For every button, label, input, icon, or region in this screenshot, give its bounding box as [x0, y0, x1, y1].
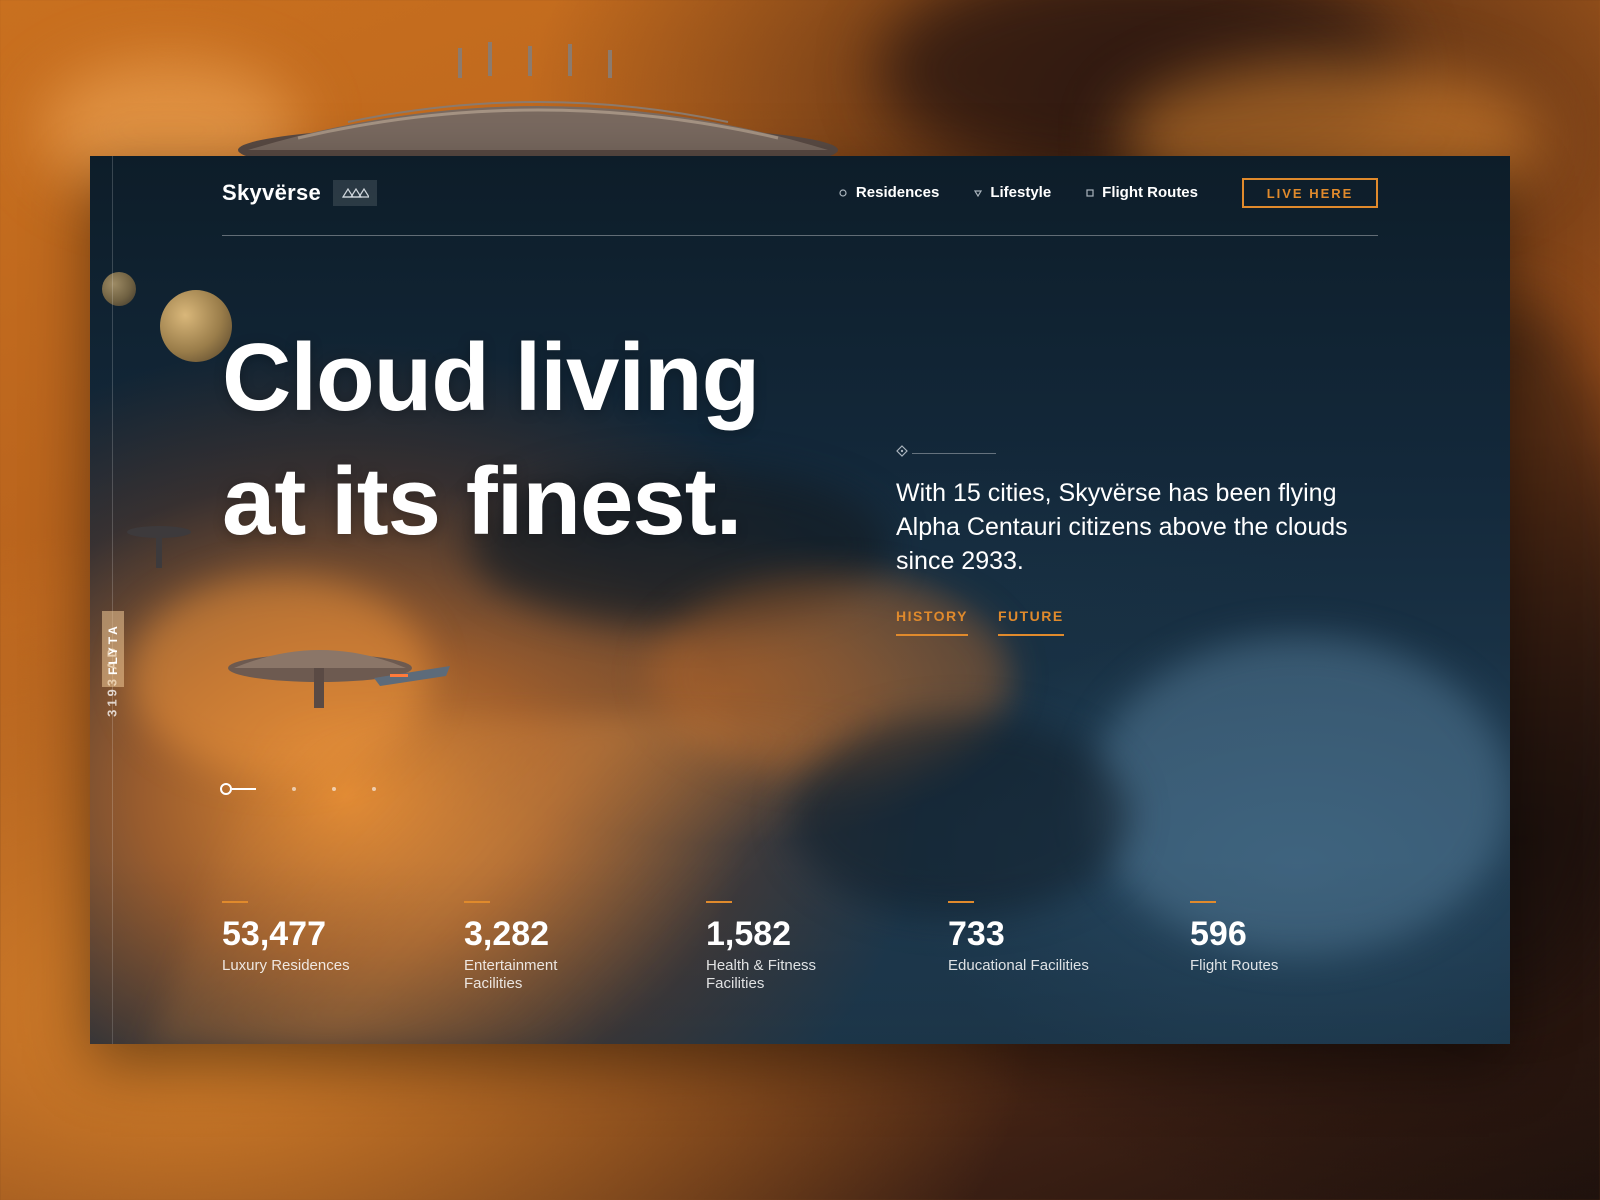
circle-icon: [839, 188, 848, 197]
hero-links: HISTORY FUTURE: [896, 608, 1064, 636]
side-tag-label: FLYTA: [106, 623, 120, 675]
nav-item-label: Lifestyle: [990, 184, 1052, 201]
pager-dot[interactable]: [332, 787, 336, 791]
diamond-icon: [896, 444, 908, 462]
blurb-ornament: [896, 444, 996, 462]
stat-value: 1,582: [706, 915, 792, 953]
brand-name: Skyvërse: [222, 180, 322, 205]
main-menu: Residences Lifestyle Flight Routes: [839, 184, 1198, 201]
triangles-icon: [333, 180, 378, 206]
stat-item: 1,582 Health & Fitness Facilities: [706, 901, 948, 993]
stat-accent: [706, 901, 732, 903]
live-here-button[interactable]: LIVE HERE: [1242, 178, 1378, 208]
stat-accent: [948, 901, 974, 903]
stat-accent: [222, 901, 248, 903]
stat-accent: [464, 901, 490, 903]
headline-line-1: Cloud living: [222, 324, 760, 431]
headline-line-2: at its finest.: [222, 448, 742, 555]
stat-label: Luxury Residences: [222, 957, 350, 974]
square-icon: [1085, 188, 1094, 197]
stat-label: Flight Routes: [1190, 957, 1279, 974]
stat-value: 733: [948, 915, 1005, 953]
stat-item: 3,282 Entertainment Facilities: [464, 901, 706, 993]
stats-row: 53,477 Luxury Residences 3,282 Entertain…: [222, 901, 1432, 993]
stat-item: 733 Educational Facilities: [948, 901, 1190, 993]
pager-active-bar: [232, 788, 256, 790]
nav-divider: [222, 235, 1378, 236]
cloud-city-illustration: [228, 650, 450, 708]
stat-value: 53,477: [222, 915, 326, 953]
hero-card: 3193 AD FLYTA Skyvërse Residences: [90, 156, 1510, 1044]
stat-item: 596 Flight Routes: [1190, 901, 1432, 993]
pager-dot[interactable]: [372, 787, 376, 791]
nav-item-flight-routes[interactable]: Flight Routes: [1085, 184, 1198, 201]
nav-item-lifestyle[interactable]: Lifestyle: [973, 184, 1051, 201]
brand-logo[interactable]: Skyvërse: [222, 180, 378, 206]
hero-description: With 15 cities, Skyvërse has been flying…: [896, 479, 1348, 575]
future-link[interactable]: FUTURE: [997, 608, 1064, 636]
nav-item-label: Residences: [855, 184, 940, 201]
pager-active-indicator[interactable]: [220, 783, 232, 795]
triangle-down-icon: [973, 188, 982, 197]
stat-label: Entertainment Facilities: [464, 957, 558, 992]
side-tag: FLYTA: [102, 611, 124, 687]
pager-dot[interactable]: [292, 787, 296, 791]
stat-label: Educational Facilities: [948, 957, 1089, 974]
top-navigation: Skyvërse Residences Lifestyle Flight Rou…: [222, 178, 1378, 234]
planet-illustration: [102, 272, 136, 306]
floating-city-illustration: [238, 42, 838, 162]
history-link[interactable]: HISTORY: [896, 608, 968, 636]
stat-value: 3,282: [464, 915, 550, 953]
hero-headline: Cloud living at its finest.: [222, 316, 862, 564]
nav-item-label: Flight Routes: [1102, 184, 1198, 201]
floating-platform-illustration: [127, 526, 191, 568]
nav-item-residences[interactable]: Residences: [839, 184, 939, 201]
ornament-line: [912, 452, 996, 454]
stat-label: Health & Fitness Facilities: [706, 957, 817, 992]
stat-item: 53,477 Luxury Residences: [222, 901, 464, 993]
stat-value: 596: [1190, 915, 1247, 953]
stat-accent: [1190, 901, 1216, 903]
slide-pager: [220, 783, 376, 795]
